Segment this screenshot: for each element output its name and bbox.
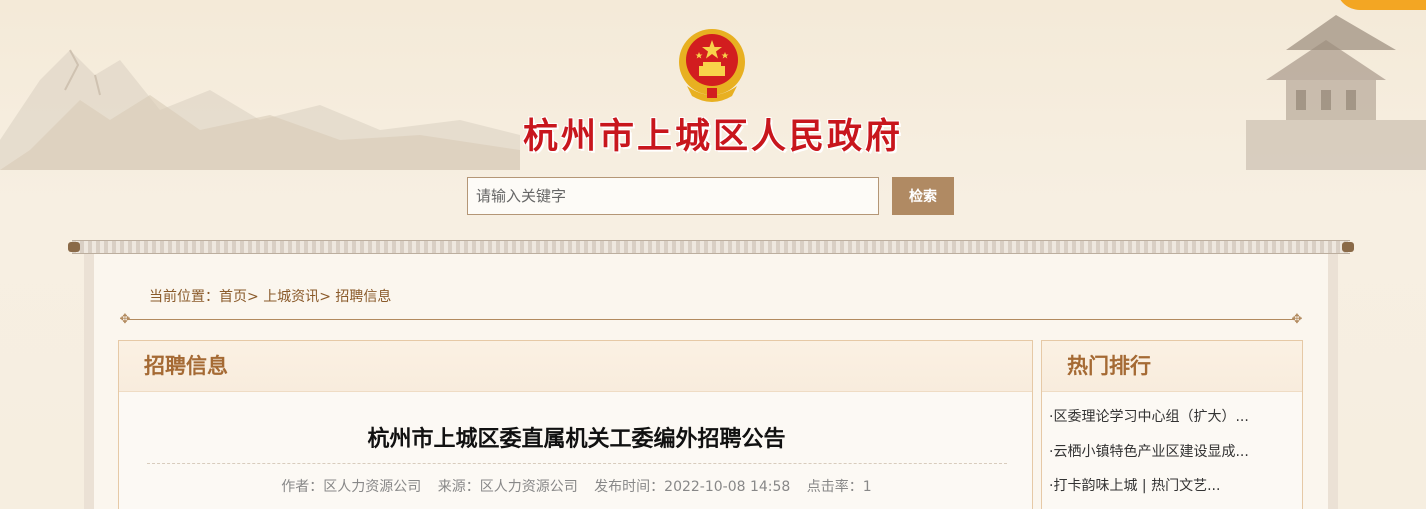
site-title: 杭州市上城区人民政府 <box>522 116 903 157</box>
breadcrumb-prefix: 当前位置： <box>149 289 219 305</box>
article-divider <box>147 463 1007 464</box>
hot-ranking-item[interactable]: ·区委理论学习中心组（扩大）... <box>1049 408 1302 443</box>
site-header: 杭州市上城区人民政府 检索 <box>0 0 1426 235</box>
hot-ranking-list: ·区委理论学习中心组（扩大）... ·云栖小镇特色产业区建设显成... ·打卡韵… <box>1042 392 1302 509</box>
ornamental-divider: ✥ ✥ <box>118 313 1304 327</box>
breadcrumb-recruitment-link[interactable]: 招聘信息 <box>335 289 391 305</box>
breadcrumb: 当前位置：首页> 上城资讯> 招聘信息 <box>149 286 391 306</box>
ornament-icon: ✥ <box>119 312 131 327</box>
search-input[interactable] <box>467 177 879 215</box>
hot-ranking-panel: 热门排行 ·区委理论学习中心组（扩大）... ·云栖小镇特色产业区建设显成...… <box>1041 340 1303 509</box>
main-section-title: 招聘信息 <box>119 341 1032 392</box>
breadcrumb-home-link[interactable]: 首页 <box>219 289 247 305</box>
hot-ranking-item[interactable]: ·云栖小镇特色产业区建设显成... <box>1049 443 1302 478</box>
hot-ranking-item[interactable]: ·打卡韵味上城 | 热门文艺... <box>1049 477 1302 509</box>
ornament-icon: ✥ <box>1291 312 1303 327</box>
article-time: 发布时间：2022-10-08 14:58 <box>594 479 791 495</box>
article-meta: 作者：区人力资源公司 来源：区人力资源公司 发布时间：2022-10-08 14… <box>119 476 1034 496</box>
breadcrumb-separator: > <box>247 289 259 305</box>
scroll-rod-decoration <box>68 240 1354 254</box>
hot-ranking-title: 热门排行 <box>1042 341 1302 392</box>
main-panel: 招聘信息 杭州市上城区委直属机关工委编外招聘公告 作者：区人力资源公司 来源：区… <box>118 340 1033 509</box>
search-button[interactable]: 检索 <box>892 177 954 215</box>
national-emblem-icon <box>679 29 745 102</box>
article-title: 杭州市上城区委直属机关工委编外招聘公告 <box>367 427 786 452</box>
article-source: 来源：区人力资源公司 <box>437 479 578 495</box>
breadcrumb-news-link[interactable]: 上城资讯 <box>263 289 319 305</box>
article-clicks: 点击率：1 <box>806 479 872 495</box>
article-author: 作者：区人力资源公司 <box>281 479 422 495</box>
breadcrumb-separator: > <box>319 289 331 305</box>
divider-line <box>128 319 1294 320</box>
